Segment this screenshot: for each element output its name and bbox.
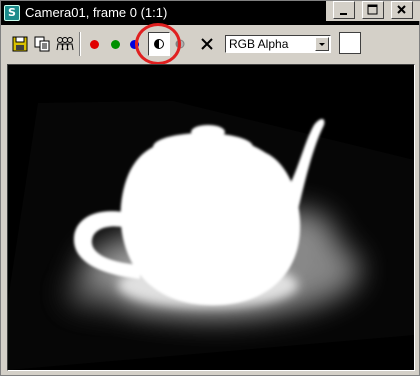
window-title: Camera01, frame 0 (1:1) — [25, 5, 168, 20]
channel-select[interactable]: RGB Alpha — [225, 35, 331, 53]
red-channel-toggle[interactable] — [85, 29, 103, 59]
maximize-icon — [367, 4, 378, 15]
close-icon — [397, 5, 406, 14]
clear-button[interactable] — [197, 29, 217, 59]
people-icon — [56, 37, 74, 51]
minimize-icon — [340, 13, 347, 15]
close-button[interactable] — [391, 1, 413, 19]
red-dot-icon — [89, 39, 99, 49]
background-color-swatch[interactable] — [339, 32, 361, 54]
title-bar[interactable]: S Camera01, frame 0 (1:1) — [1, 1, 420, 25]
green-dot-icon — [110, 39, 120, 49]
clone-window-button[interactable] — [33, 29, 51, 59]
minimize-button[interactable] — [333, 1, 355, 19]
rendered-image-viewport[interactable] — [7, 64, 415, 371]
clone-icon — [34, 36, 50, 52]
teapot-alpha-render — [8, 65, 414, 370]
x-icon — [201, 38, 213, 50]
maximize-button[interactable] — [362, 1, 384, 19]
channel-select-value: RGB Alpha — [229, 37, 289, 51]
rendered-frame-window: S Camera01, frame 0 (1:1) RGB Alpha — [0, 0, 420, 376]
highlight-circle — [135, 23, 181, 65]
floppy-disk-icon — [12, 36, 28, 52]
chevron-down-icon[interactable] — [315, 37, 329, 51]
toolbar-separator — [79, 32, 81, 56]
multiple-windows-button[interactable] — [55, 29, 75, 59]
app-icon: S — [4, 5, 20, 21]
save-bitmap-button[interactable] — [11, 29, 29, 59]
window-controls — [326, 1, 420, 21]
green-channel-toggle[interactable] — [106, 29, 124, 59]
